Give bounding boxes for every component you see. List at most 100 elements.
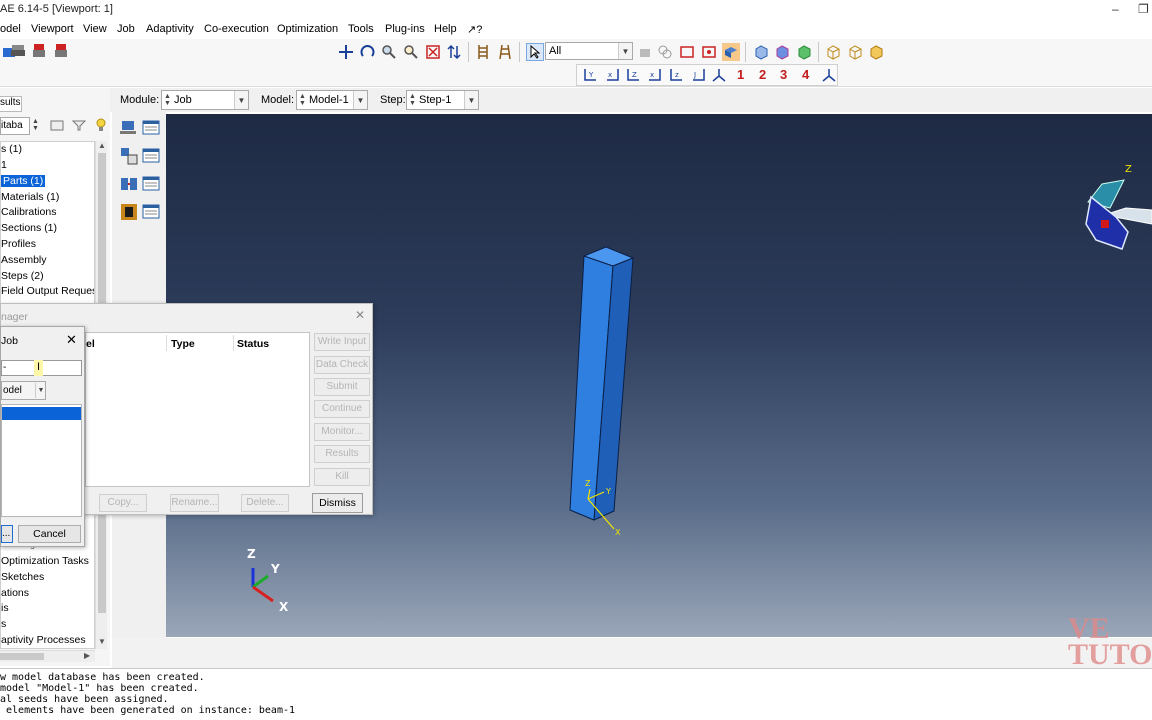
menu-tools[interactable]: Tools (348, 23, 374, 35)
column-header-name[interactable]: el (86, 338, 95, 350)
menu-optimization[interactable]: Optimization (277, 23, 338, 35)
coexec-create-icon[interactable] (119, 174, 139, 194)
cancel-button[interactable]: Cancel (18, 525, 81, 543)
tree-item-steps[interactable]: Steps (2) (1, 270, 44, 282)
kill-button[interactable]: Kill (314, 468, 370, 486)
job-name-input[interactable]: - I (1, 360, 82, 376)
continue-button[interactable]: ... (1, 525, 13, 543)
drag-shape-icon[interactable] (678, 43, 696, 61)
box-zoom-icon[interactable] (402, 43, 420, 61)
adaptivity-manager-icon[interactable] (141, 146, 161, 166)
tree-filter-icon[interactable] (71, 119, 87, 131)
coexec-manager-icon[interactable] (141, 174, 161, 194)
menu-help[interactable]: Help (434, 23, 457, 35)
delete-button[interactable]: Delete... (241, 494, 289, 512)
datum-view-1[interactable]: 1 (737, 67, 744, 82)
tree-item[interactable]: s (1, 618, 6, 630)
tree-item-adaptivity-processes[interactable]: aptivity Processes (1, 634, 86, 646)
module-dropdown[interactable]: ▲ ▼ Job ▼ (161, 90, 249, 110)
iso-view-icon[interactable] (710, 66, 728, 84)
right-view-icon[interactable]: x (645, 66, 663, 84)
close-icon[interactable]: ✕ (66, 332, 77, 348)
select-cursor-icon[interactable] (526, 43, 544, 61)
continue-button[interactable]: Continue (314, 400, 370, 418)
menu-view[interactable]: View (83, 23, 107, 35)
close-icon[interactable]: ✕ (355, 308, 365, 322)
tree-item-parts[interactable]: Parts (1) (1, 175, 46, 187)
minimize-button[interactable]: – (1112, 2, 1119, 16)
bottom-view-icon[interactable]: J (689, 66, 707, 84)
scroll-up-icon[interactable]: ▲ (98, 141, 106, 150)
model-list[interactable] (1, 404, 82, 517)
tab-results[interactable]: sults (0, 96, 22, 112)
view-iso-outline-icon[interactable] (824, 43, 842, 61)
model-list-selected-row[interactable] (2, 407, 81, 420)
tree-item-calibrations[interactable]: Calibrations (1, 206, 56, 218)
tree-item-sketches[interactable]: Sketches (1, 571, 44, 583)
optimization-manager-icon[interactable] (141, 202, 161, 222)
toggle-selectability-icon[interactable] (722, 43, 740, 61)
tree-item[interactable]: s (1) (1, 143, 22, 155)
ladder-icon[interactable] (474, 43, 492, 61)
cycle-views-icon[interactable] (445, 43, 463, 61)
tree-expand-icon[interactable] (50, 119, 64, 131)
perspective-icon[interactable] (496, 43, 514, 61)
write-input-button[interactable]: Write Input (314, 333, 370, 351)
hscroll-thumb[interactable] (0, 653, 44, 660)
auto-fit-icon[interactable] (424, 43, 442, 61)
selection-options-icon[interactable] (636, 43, 654, 61)
tree-item[interactable]: 1 (1, 159, 7, 171)
job-manager-icon[interactable] (141, 118, 161, 138)
rename-button[interactable]: Rename... (170, 494, 219, 512)
tree-filter-dropdown[interactable]: itaba (0, 117, 30, 135)
apply-view-icon[interactable] (820, 66, 838, 84)
top-view-icon[interactable]: z (667, 66, 685, 84)
print-icon[interactable] (9, 42, 27, 60)
scroll-down-icon[interactable]: ▼ (98, 637, 106, 646)
tree-item[interactable]: ations (1, 587, 29, 599)
render-wireframe-icon[interactable] (752, 43, 770, 61)
selection-style-icon[interactable] (700, 43, 718, 61)
step-dropdown[interactable]: ▲ ▼ Step-1 ▼ (406, 90, 479, 110)
copy-button[interactable]: Copy... (99, 494, 147, 512)
context-help-icon[interactable]: ↗? (467, 23, 482, 36)
front-view-icon[interactable]: Y (581, 66, 599, 84)
datum-view-4[interactable]: 4 (802, 67, 809, 82)
menu-adaptivity[interactable]: Adaptivity (146, 23, 194, 35)
select-from-all-icon[interactable] (656, 43, 674, 61)
data-check-button[interactable]: Data Check (314, 356, 370, 374)
dismiss-button[interactable]: Dismiss (312, 493, 363, 513)
results-button[interactable]: Results (314, 445, 370, 463)
scroll-right-icon[interactable]: ▶ (84, 651, 90, 660)
column-header-type[interactable]: Type (171, 338, 195, 350)
lightbulb-icon[interactable] (94, 117, 108, 133)
adaptivity-create-icon[interactable] (119, 146, 139, 166)
tree-item-optimization-tasks[interactable]: Optimization Tasks (1, 555, 89, 567)
tree-item-assembly[interactable]: Assembly (1, 254, 47, 266)
tree-item[interactable]: is (1, 602, 9, 614)
datum-view-2[interactable]: 2 (759, 67, 766, 82)
datum-view-3[interactable]: 3 (780, 67, 787, 82)
print-red-icon[interactable] (52, 42, 70, 60)
view-iso-faces-icon[interactable] (846, 43, 864, 61)
selection-filter-dropdown[interactable]: All ▼ (545, 42, 633, 60)
pan-icon[interactable] (337, 43, 355, 61)
job-create-icon[interactable] (119, 118, 139, 138)
zoom-icon[interactable] (380, 43, 398, 61)
optimization-create-icon[interactable] (119, 202, 139, 222)
tree-hscrollbar[interactable]: ▶ (0, 650, 95, 662)
menu-viewport[interactable]: Viewport (31, 23, 74, 35)
menu-plugins[interactable]: Plug-ins (385, 23, 425, 35)
back-view-icon[interactable]: x (603, 66, 621, 84)
render-hidden-icon[interactable] (773, 43, 791, 61)
tree-item-profiles[interactable]: Profiles (1, 238, 36, 250)
print-setup-icon[interactable] (30, 42, 48, 60)
render-shaded-icon[interactable] (795, 43, 813, 61)
tree-item-materials[interactable]: Materials (1) (1, 191, 59, 203)
menu-job[interactable]: Job (117, 23, 135, 35)
menu-model[interactable]: odel (0, 23, 21, 35)
restore-button[interactable]: ❐ (1138, 2, 1149, 16)
model-dropdown[interactable]: ▲ ▼ Model-1 ▼ (296, 90, 368, 110)
menu-co-execution[interactable]: Co-execution (204, 23, 269, 35)
rotate-icon[interactable] (359, 43, 377, 61)
